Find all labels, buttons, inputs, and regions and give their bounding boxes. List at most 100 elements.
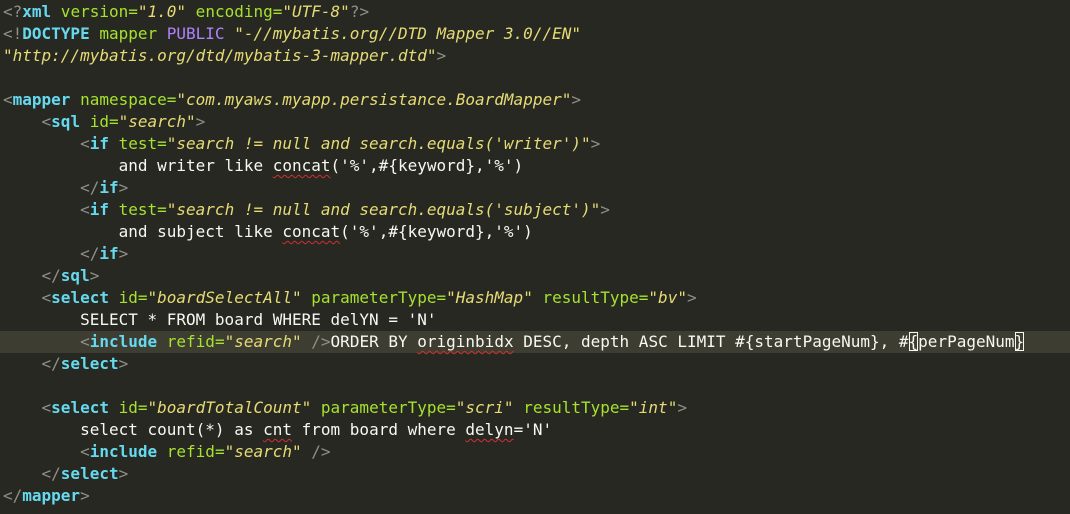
doctype-keyword: PUBLIC (166, 24, 225, 43)
xml-tag-name: mapper (12, 90, 71, 109)
xml-tag-name: if (89, 134, 109, 153)
xml-attribute: id= (80, 112, 119, 131)
spellcheck-word: concat (272, 156, 331, 175)
xml-bracket: </ (41, 266, 61, 285)
xml-bracket: <! (3, 24, 23, 43)
xml-bracket: > (89, 266, 100, 285)
code-text: ='N' (513, 420, 553, 439)
code-line[interactable]: SELECT * FROM board WHERE delYN = 'N' (0, 309, 1070, 331)
code-line[interactable]: <mapper namespace="com.myaws.myapp.persi… (0, 89, 1070, 111)
xml-bracket: < (80, 332, 90, 351)
xml-bracket: > (436, 46, 447, 65)
xml-tag-name: sql (51, 112, 81, 131)
xml-string: "UTF-8" (282, 2, 350, 21)
spellcheck-word: concat (282, 222, 341, 241)
code-text: and subject like (3, 222, 283, 241)
xml-tag-name: select (51, 398, 109, 417)
code-text: DESC, depth ASC LIMIT #{startPageNum}, # (513, 332, 909, 351)
code-line[interactable]: </if> (0, 243, 1070, 265)
code-text: select count(*) as (3, 420, 264, 439)
code-line[interactable]: "http://mybatis.org/dtd/mybatis-3-mapper… (0, 45, 1070, 67)
xml-tag-name: select (60, 354, 119, 373)
code-line[interactable] (0, 67, 1070, 89)
xml-bracket: > (118, 354, 129, 373)
xml-bracket: </ (3, 486, 23, 505)
code-line[interactable]: </if> (0, 177, 1070, 199)
xml-tag-name: select (51, 288, 109, 307)
xml-bracket: < (41, 288, 52, 307)
xml-string: "com.myaws.myapp.persistance.BoardMapper… (176, 90, 572, 109)
code-line[interactable]: <if test="search != null and search.equa… (0, 133, 1070, 155)
xml-bracket: > (600, 200, 610, 219)
xml-bracket: < (80, 200, 90, 219)
code-line[interactable]: and subject like concat('%',#{keyword},'… (0, 221, 1070, 243)
xml-attribute: refid= (157, 442, 225, 461)
xml-attribute: test= (108, 200, 167, 219)
code-line[interactable]: <include refid="search" />ORDER BY origi… (0, 331, 1070, 353)
code-line[interactable]: </select> (0, 463, 1070, 485)
xml-attribute: version= (51, 2, 138, 21)
xml-string: "search" (224, 442, 302, 461)
code-line[interactable]: <include refid="search" /> (0, 441, 1070, 463)
xml-tag-name: include (89, 332, 158, 351)
xml-bracket: < (80, 442, 90, 461)
xml-string: "search != null and search.equals('write… (166, 134, 591, 153)
xml-bracket: < (80, 134, 90, 153)
xml-attribute: parameterType= (301, 288, 447, 307)
code-line[interactable] (0, 375, 1070, 397)
code-line[interactable]: <select id="boardSelectAll" parameterTyp… (0, 287, 1070, 309)
code-line[interactable]: <select id="boardTotalCount" parameterTy… (0, 397, 1070, 419)
code-line[interactable]: <if test="search != null and search.equa… (0, 199, 1070, 221)
xml-attribute: encoding= (186, 2, 283, 21)
xml-bracket: > (590, 134, 601, 153)
xml-string: "search" (224, 332, 302, 351)
xml-attribute: mapper (89, 24, 167, 43)
xml-bracket: <? (3, 2, 23, 21)
code-line[interactable]: select count(*) as cnt from board where … (0, 419, 1070, 441)
xml-bracket: > (195, 112, 206, 131)
code-line[interactable]: and writer like concat('%',#{keyword},'%… (0, 155, 1070, 177)
xml-string: "int" (629, 398, 678, 417)
code-line[interactable]: </sql> (0, 265, 1070, 287)
xml-tag-name: mapper (22, 486, 81, 505)
xml-bracket: > (80, 486, 90, 505)
xml-bracket: </ (41, 464, 61, 483)
code-text: ('%',#{keyword},'%') (330, 156, 524, 175)
code-editor[interactable]: <?xml version="1.0" encoding="UTF-8"?> <!… (0, 0, 1070, 514)
code-line[interactable]: <sql id="search"> (0, 111, 1070, 133)
spellcheck-word: delyn (465, 420, 514, 439)
code-line[interactable]: </mapper> (0, 485, 1070, 507)
xml-string: "1.0" (137, 2, 187, 21)
xml-attribute: test= (108, 134, 167, 153)
code-line[interactable]: <?xml version="1.0" encoding="UTF-8"?> (0, 1, 1070, 23)
xml-tag-name: include (89, 442, 158, 461)
xml-tag-name: if (99, 178, 119, 197)
code-line[interactable]: <!DOCTYPE mapper PUBLIC "-//mybatis.org/… (0, 23, 1070, 45)
code-line[interactable]: </select> (0, 353, 1070, 375)
code-text: perPageNum (918, 332, 1015, 351)
xml-bracket: </ (80, 244, 100, 263)
xml-bracket: </ (80, 178, 100, 197)
xml-string: "boardTotalCount" (147, 398, 312, 417)
xml-attribute: resultType= (513, 398, 630, 417)
code-text: ('%',#{keyword},'%') (340, 222, 533, 241)
xml-attribute: resultType= (532, 288, 649, 307)
xml-bracket: > (118, 178, 129, 197)
xml-string: "search != null and search.equals('subje… (166, 200, 601, 219)
xml-bracket: > (677, 398, 687, 417)
spellcheck-word: originbidx (417, 332, 514, 351)
xml-string: "boardSelectAll" (147, 288, 302, 307)
matched-brace: { (908, 332, 919, 351)
xml-attribute: namespace= (70, 90, 177, 109)
code-text: and writer like (3, 156, 273, 175)
xml-string: "HashMap" (446, 288, 533, 307)
xml-attribute: refid= (157, 332, 225, 351)
